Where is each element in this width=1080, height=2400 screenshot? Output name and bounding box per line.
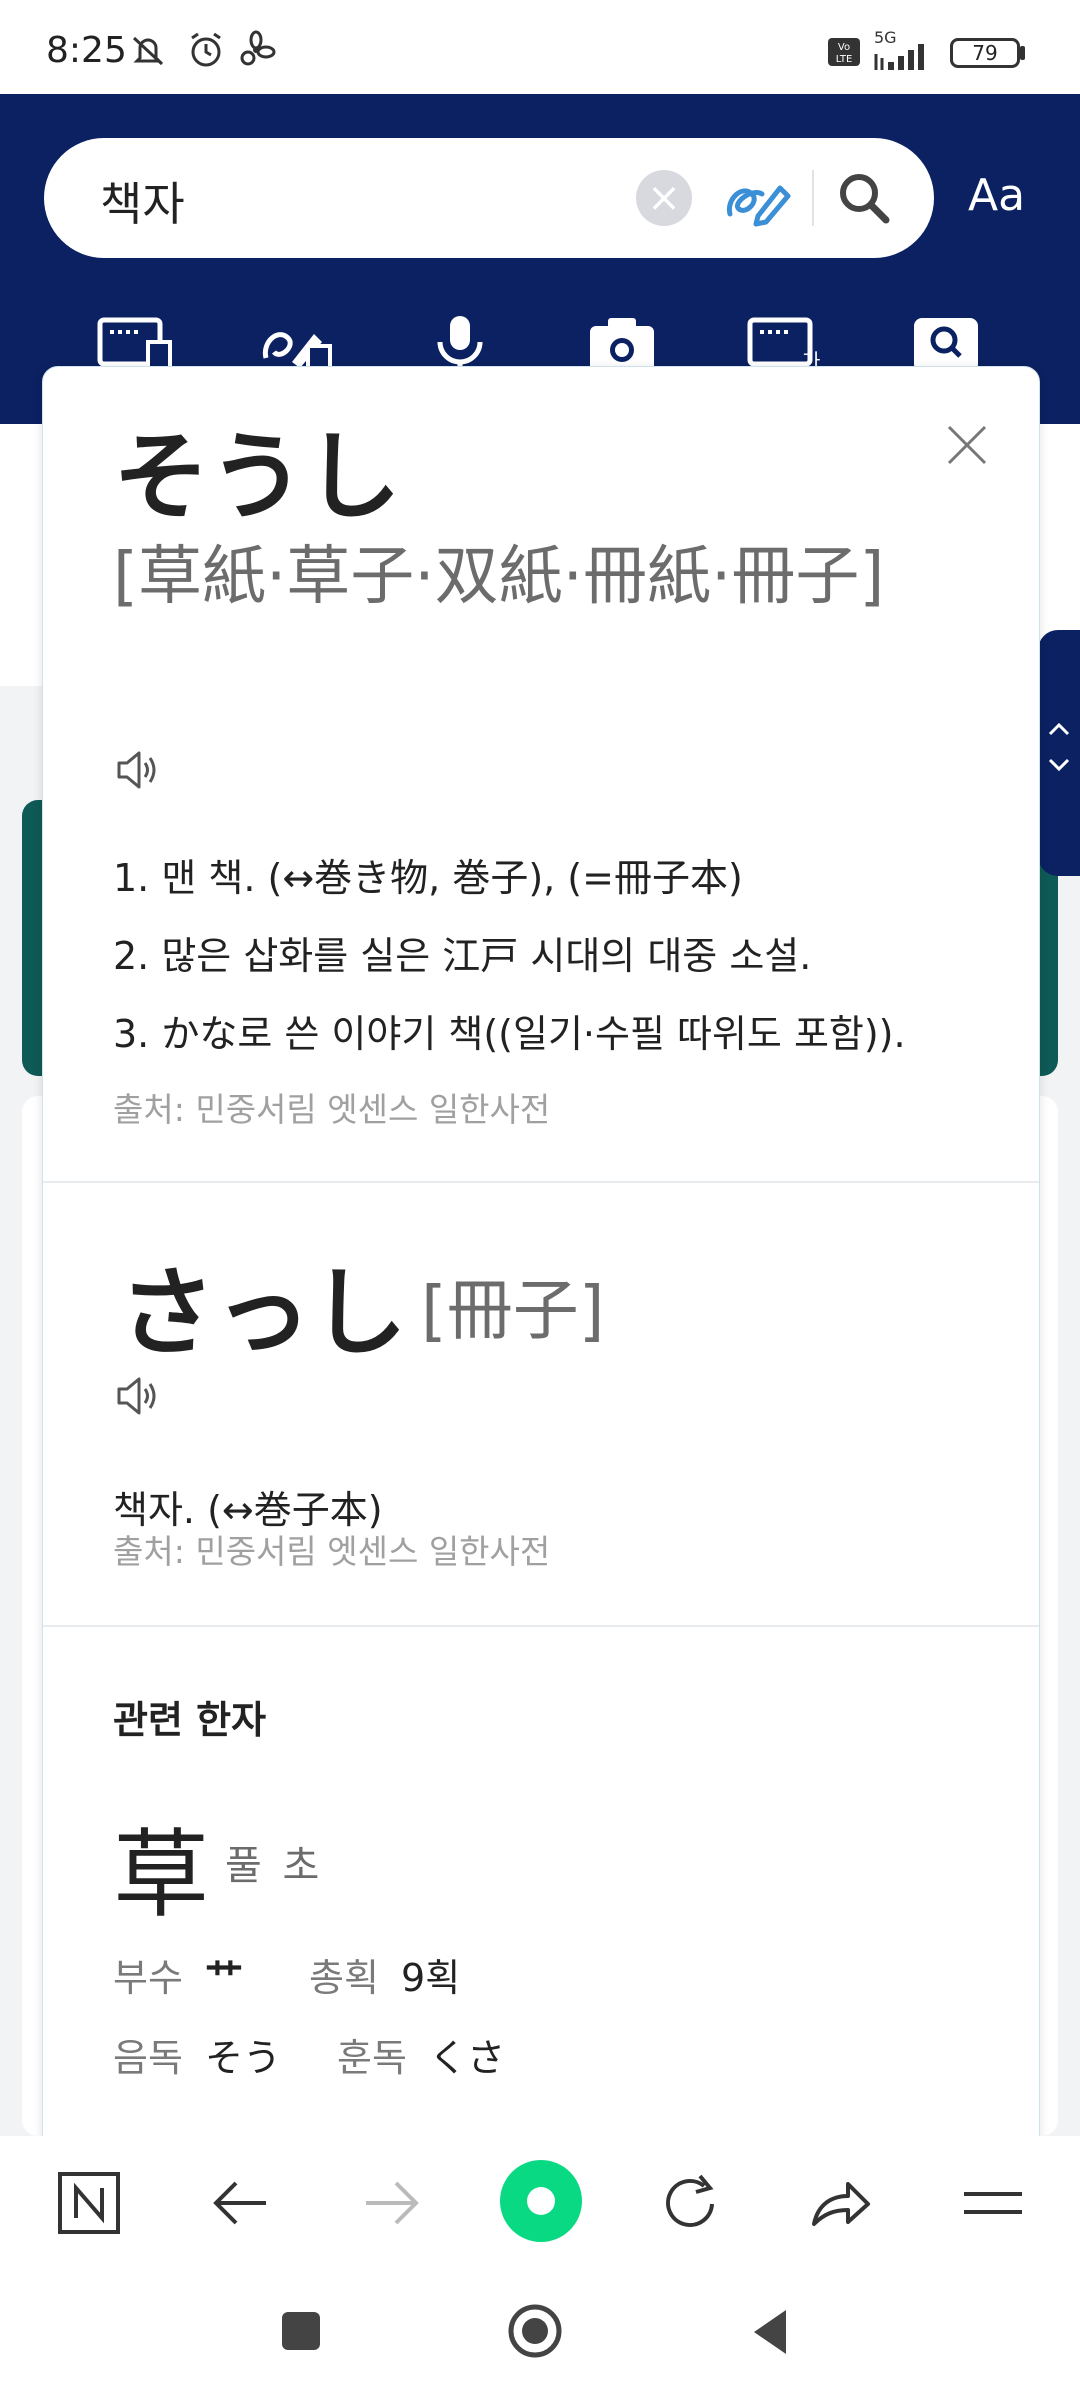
close-icon[interactable] [939, 417, 995, 473]
volte-icon: Vo LTE [828, 38, 860, 66]
search-input[interactable]: 책자 [100, 168, 185, 234]
definition-item: 3. かな로 쓴 이야기 책((일기·수필 따위도 포함)). [113, 1012, 906, 1056]
radical-row: 부수 艹 [113, 1947, 243, 2002]
entry-divider [43, 1181, 1039, 1183]
status-time: 8:25 [46, 30, 127, 71]
on-reading-row: 음독 そう [113, 2027, 281, 2082]
recents-icon[interactable] [278, 2308, 324, 2354]
share-icon[interactable] [806, 2168, 876, 2238]
kun-reading-label: 훈독 [337, 2036, 407, 2080]
signal-icon [874, 44, 924, 70]
battery-tip [1020, 46, 1025, 60]
on-reading-label: 음독 [113, 2036, 183, 2080]
speaker-icon[interactable] [115, 747, 161, 793]
kun-reading-row: 훈독 くさ [337, 2027, 505, 2082]
home-icon[interactable] [506, 2302, 564, 2360]
related-hanja-meaning: 풀 초 [225, 1843, 324, 1889]
entry-hanja: [草紙·草子·双紙·冊紙·冊子] [113, 540, 885, 614]
font-size-button[interactable]: Aa [968, 170, 1025, 221]
clear-search-button[interactable]: × [636, 170, 692, 226]
green-dot-center [527, 2187, 555, 2215]
kun-reading-value: くさ [429, 2036, 506, 2080]
keyboard-icon[interactable] [96, 312, 172, 372]
entry-source: 출처: 민중서림 엣센스 일한사전 [113, 1090, 551, 1129]
fan-icon [240, 30, 276, 66]
related-hanja-title: 관련 한자 [113, 1698, 267, 1742]
camera-icon[interactable] [584, 312, 660, 372]
korean-keyboard-icon[interactable]: 가 [746, 312, 822, 372]
back-icon[interactable] [206, 2168, 276, 2238]
radical-value: 艹 [205, 1956, 244, 2000]
dictionary-popup: そうし [草紙·草子·双紙·冊紙·冊子] 1. 맨 책. (↔巻き物, 巻子),… [42, 366, 1040, 2138]
refresh-icon[interactable] [656, 2168, 726, 2238]
chevron-up-down-icon[interactable] [1042, 710, 1076, 790]
entry-divider [43, 1625, 1039, 1627]
definition-item: 1. 맨 책. (↔巻き物, 巻子), (=冊子本) [113, 856, 743, 900]
forward-icon[interactable] [356, 2168, 426, 2238]
microphone-icon[interactable] [422, 312, 498, 372]
handwriting-input-icon[interactable] [722, 164, 792, 234]
entry-hanja: [冊子] [421, 1272, 605, 1349]
book-search-icon[interactable] [908, 312, 984, 372]
naver-icon[interactable] [54, 2168, 124, 2238]
alarm-icon [191, 32, 221, 67]
side-scroll-nav[interactable] [1038, 630, 1080, 876]
radical-label: 부수 [113, 1956, 183, 2000]
related-hanja-char[interactable]: 草 [113, 1797, 209, 1936]
entry-word: さっし [119, 1257, 407, 1369]
back-triangle-icon[interactable] [750, 2308, 790, 2356]
search-separator [812, 170, 814, 226]
entry-source: 출처: 민중서림 엣센스 일한사전 [113, 1532, 551, 1571]
entry-word: そうし [113, 421, 401, 533]
speaker-icon[interactable] [115, 1373, 161, 1419]
on-reading-value: そう [205, 2036, 282, 2080]
definition-item: 2. 많은 삽화를 실은 江戸 시대의 대중 소설. [113, 934, 812, 978]
search-icon[interactable] [832, 166, 896, 230]
battery-indicator: 79 [950, 38, 1020, 68]
strokes-label: 총획 [309, 1956, 379, 2000]
menu-icon[interactable] [958, 2168, 1028, 2238]
handwriting-icon[interactable] [260, 312, 336, 372]
svg-text:LTE: LTE [836, 54, 853, 65]
strokes-value: 9획 [401, 1956, 461, 2000]
svg-text:Vo: Vo [838, 42, 850, 53]
mute-icon [132, 36, 164, 66]
strokes-row: 총획 9획 [309, 1947, 460, 2002]
